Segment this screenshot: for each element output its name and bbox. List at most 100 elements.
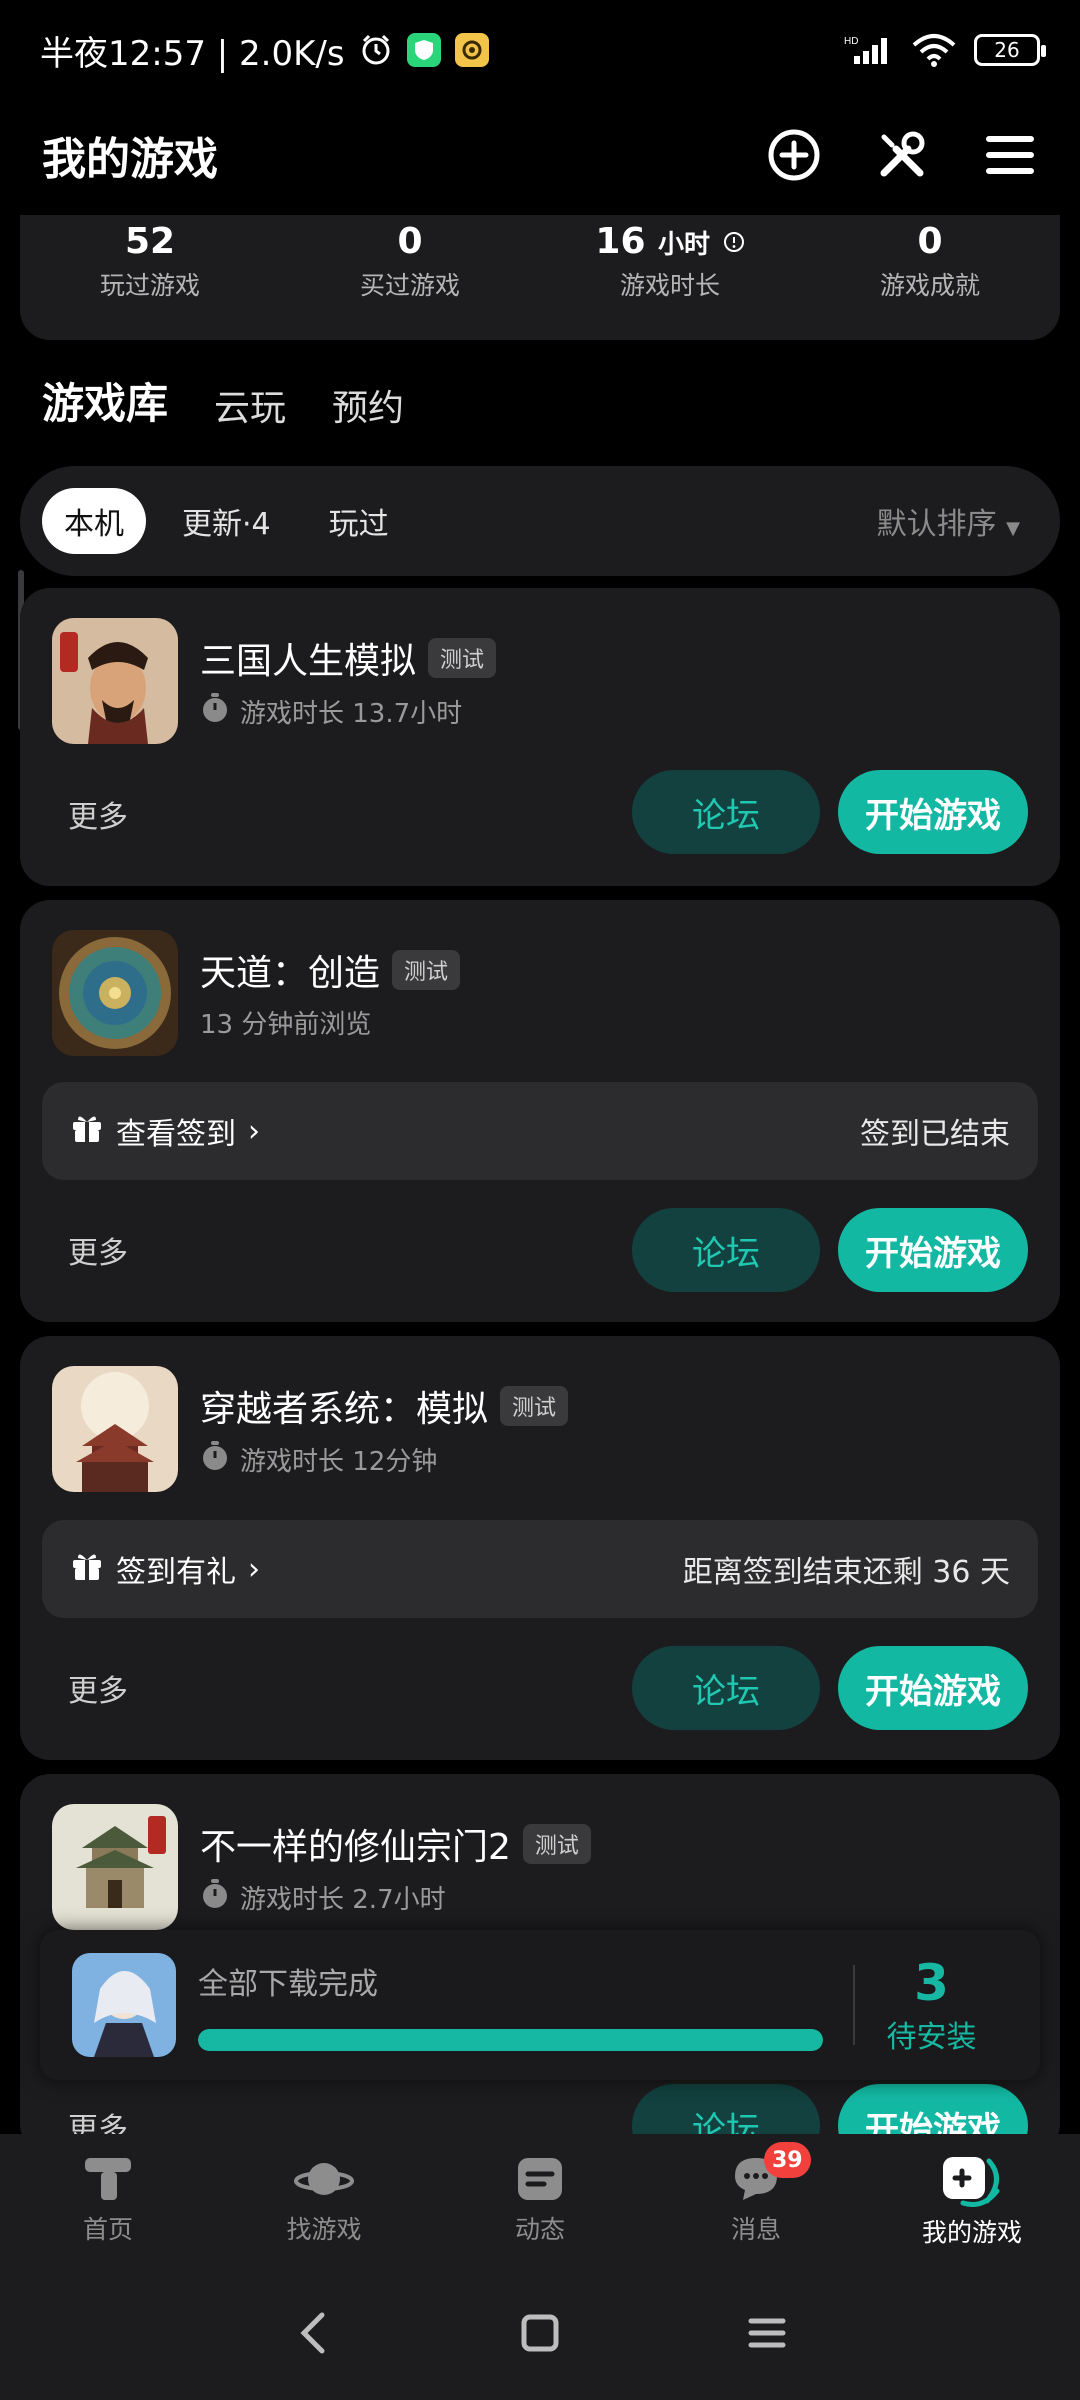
sign-in-bar[interactable]: 查看签到 › 签到已结束	[42, 1082, 1038, 1180]
forum-button[interactable]: 论坛	[632, 1646, 820, 1730]
test-tag: 测试	[522, 1824, 591, 1864]
tab-reservations[interactable]: 预约	[332, 379, 404, 431]
signal-icon: HD	[844, 34, 894, 66]
filter-local[interactable]: 本机	[42, 488, 146, 554]
game-meta: 游戏时长 13.7小时	[240, 699, 463, 729]
back-icon	[300, 2312, 325, 2354]
download-status: 全部下载完成	[198, 1967, 378, 2002]
square-icon	[521, 2314, 559, 2352]
back-button[interactable]	[283, 2303, 343, 2363]
test-tag: 测试	[428, 638, 497, 678]
page-title: 我的游戏	[42, 134, 218, 185]
pending-install-count: 3	[914, 1954, 949, 2012]
start-game-button[interactable]: 开始游戏	[838, 1646, 1028, 1730]
gift-icon	[70, 1110, 104, 1152]
add-circle-icon	[768, 129, 820, 181]
game-meta: 13 分钟前浏览	[200, 1010, 372, 1040]
filter-updates[interactable]: 更新·4	[160, 488, 293, 554]
game-thumbnail[interactable]	[52, 1366, 178, 1492]
status-bar: 半夜12:57 | 2.0K/s HD 26	[0, 0, 1080, 100]
status-time: 半夜12:57 | 2.0K/s	[40, 33, 345, 74]
stopwatch-icon	[200, 1440, 230, 1479]
start-game-button[interactable]: 开始游戏	[838, 770, 1028, 854]
sign-in-status: 签到已结束	[860, 1117, 1010, 1152]
test-tag: 测试	[392, 950, 461, 990]
nav-feed[interactable]: 动态	[432, 2134, 648, 2266]
system-nav-bar	[0, 2266, 1080, 2400]
nav-label: 我的游戏	[921, 2218, 1022, 2247]
nav-home[interactable]: 首页	[0, 2134, 216, 2266]
menu-icon	[986, 136, 1034, 174]
pending-install[interactable]: 3 待安装	[855, 1954, 1008, 2056]
stat-played[interactable]: 52 玩过游戏	[20, 215, 280, 340]
battery-icon: 26	[974, 34, 1046, 66]
info-icon	[723, 232, 744, 252]
game-title: 穿越者系统：模拟	[200, 1389, 489, 1430]
sort-label: 默认排序	[876, 507, 997, 542]
nav-label: 消息	[730, 2215, 781, 2244]
sign-in-link: 查看签到	[116, 1117, 236, 1152]
game-thumbnail[interactable]	[52, 1804, 178, 1930]
stat-label: 玩过游戏	[99, 271, 200, 300]
forum-button[interactable]: 论坛	[632, 770, 820, 854]
stat-value: 0	[397, 221, 423, 262]
stopwatch-icon	[200, 1878, 230, 1917]
chevron-right-icon: ›	[248, 1551, 260, 1587]
recents-menu-icon	[748, 2318, 786, 2348]
sort-dropdown[interactable]: 默认排序 ▼	[877, 499, 1020, 543]
caret-down-icon: ▼	[1006, 518, 1020, 539]
stopwatch-icon	[200, 692, 230, 731]
stat-label: 买过游戏	[359, 271, 460, 300]
recents-button[interactable]	[737, 2303, 797, 2363]
tools-button[interactable]	[874, 127, 930, 183]
stat-value: 16	[595, 221, 646, 262]
test-tag: 测试	[500, 1386, 569, 1426]
tab-cloud[interactable]: 云玩	[214, 379, 286, 431]
nav-messages[interactable]: 消息 39	[648, 2134, 864, 2266]
bottom-nav: 首页 找游戏 动态 消息 39 我的游戏	[0, 2134, 1080, 2266]
stat-bought[interactable]: 0 买过游戏	[280, 215, 540, 340]
stat-achievements[interactable]: 0 游戏成就	[800, 215, 1060, 340]
more-button[interactable]: 更多	[68, 792, 128, 836]
nav-discover[interactable]: 找游戏	[216, 2134, 432, 2266]
battery-level: 26	[994, 38, 1020, 62]
game-card[interactable]: 三国人生模拟 测试 游戏时长 13.7小时 更多 论坛 开始游戏	[20, 588, 1060, 886]
game-thumbnail[interactable]	[52, 930, 178, 1056]
app-header: 我的游戏	[0, 100, 1080, 210]
more-button[interactable]: 更多	[68, 1666, 128, 1710]
home-icon	[85, 2158, 131, 2200]
gamepad-icon	[943, 2157, 1000, 2207]
nav-label: 动态	[514, 2215, 565, 2244]
game-thumbnail[interactable]	[52, 618, 178, 744]
nav-label: 找游戏	[286, 2215, 362, 2244]
library-tabs: 游戏库 云玩 预约	[39, 370, 404, 431]
feed-icon	[518, 2158, 562, 2200]
game-meta: 游戏时长 2.7小时	[240, 1885, 446, 1915]
stat-value: 0	[917, 221, 943, 262]
pending-install-label: 待安装	[886, 2020, 977, 2055]
nav-my-games[interactable]: 我的游戏	[864, 2134, 1080, 2266]
nav-label: 首页	[82, 2215, 133, 2244]
game-card[interactable]: 天道：创造 测试 13 分钟前浏览 查看签到 › 签到已结束 更多 论坛 开始游戏	[20, 900, 1060, 1322]
stat-label: 游戏时长	[619, 271, 720, 300]
download-progress-bar	[198, 2029, 823, 2051]
forum-button[interactable]: 论坛	[632, 1208, 820, 1292]
stats-card: 52 玩过游戏 0 买过游戏 16 小时 游戏时长 0 游戏成就	[20, 215, 1060, 340]
more-button[interactable]: 更多	[68, 1228, 128, 1272]
tab-library[interactable]: 游戏库	[39, 370, 171, 431]
home-system-button[interactable]	[510, 2303, 570, 2363]
menu-button[interactable]	[982, 127, 1038, 183]
start-game-button[interactable]: 开始游戏	[838, 1208, 1028, 1292]
game-title: 天道：创造	[200, 953, 381, 994]
sign-in-bar[interactable]: 签到有礼 › 距离签到结束还剩 36 天	[42, 1520, 1038, 1618]
download-banner[interactable]: 全部下载完成 3 待安装	[40, 1930, 1040, 2080]
add-button[interactable]	[766, 127, 822, 183]
stat-playtime[interactable]: 16 小时 游戏时长	[540, 215, 800, 340]
download-progress-fill	[198, 2029, 823, 2051]
sign-in-link: 签到有礼	[116, 1555, 236, 1590]
chevron-right-icon: ›	[248, 1113, 260, 1149]
game-card[interactable]: 穿越者系统：模拟 测试 游戏时长 12分钟 签到有礼 › 距离签到结束还剩 36 天…	[20, 1336, 1060, 1760]
game-meta: 游戏时长 12分钟	[240, 1447, 438, 1477]
tools-icon	[880, 131, 925, 177]
filter-played[interactable]: 玩过	[307, 488, 411, 554]
